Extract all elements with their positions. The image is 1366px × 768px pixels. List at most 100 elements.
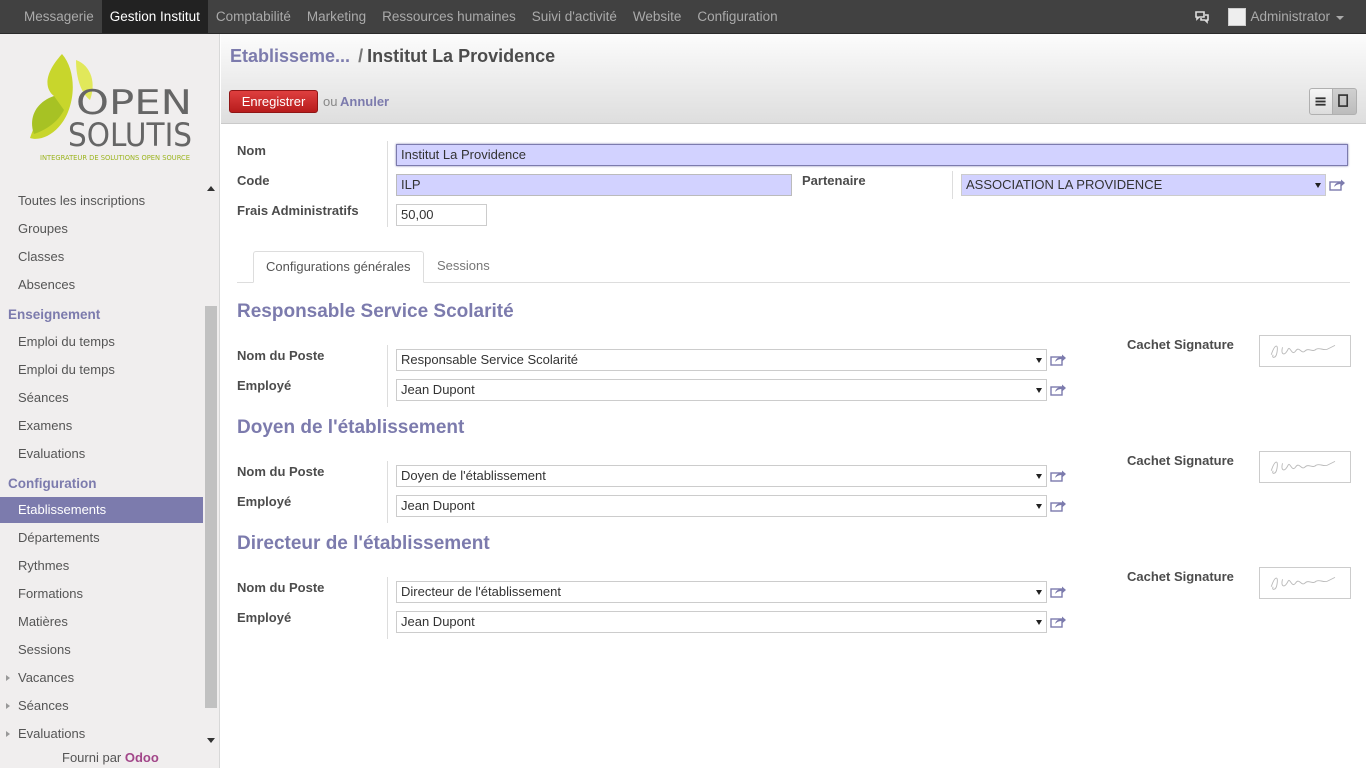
nom-label: Nom [237,143,266,158]
list-view-button[interactable] [1309,88,1333,115]
breadcrumb-current: Institut La Providence [367,46,556,66]
poste-select-directeur[interactable]: Directeur de l'établissement [396,581,1047,603]
menu-suivi-activite[interactable]: Suivi d'activité [524,0,625,33]
employe-label: Employé [237,610,292,625]
employe-select-responsable[interactable]: Jean Dupont [396,379,1047,401]
code-field[interactable]: ILP [396,174,792,196]
menu-ressources-humaines[interactable]: Ressources humaines [374,0,524,33]
signature-scribble-icon [1270,460,1336,474]
sidebar-item-matieres[interactable]: Matières [0,609,203,635]
sidebar-header-configuration: Configuration [8,476,97,491]
cachet-label: Cachet Signature [1127,337,1234,352]
tab-configurations-generales[interactable]: Configurations générales [253,251,424,283]
employe-label: Employé [237,494,292,509]
cancel-button[interactable]: Annuler [340,94,389,109]
poste-value: Doyen de l'établissement [401,468,546,483]
sidebar-group-seances[interactable]: Séances [0,693,203,719]
employe-select-directeur[interactable]: Jean Dupont [396,611,1047,633]
poste-label: Nom du Poste [237,580,325,595]
label-divider [952,171,953,199]
poste-label: Nom du Poste [237,348,325,363]
sidebar-item-rythmes[interactable]: Rythmes [0,553,203,579]
odoo-link[interactable]: Odoo [125,750,159,765]
powered-by: Fourni par Odoo [62,750,159,765]
poste-value: Directeur de l'établissement [401,584,561,599]
sidebar-item-vacances[interactable]: Vacances [0,665,203,691]
sidebar-item-examens[interactable]: Examens [0,413,203,439]
breadcrumb-etablissements[interactable]: Etablisseme... [230,46,350,66]
sidebar-item-formations[interactable]: Formations [0,581,203,607]
dropdown-arrow-icon [1315,183,1321,188]
scroll-down-arrow-icon[interactable] [207,738,215,743]
form-view-button[interactable] [1333,88,1357,115]
cachet-label: Cachet Signature [1127,453,1234,468]
breadcrumb: Etablisseme... / Institut La Providence [230,46,555,67]
chevron-down-icon[interactable] [1336,16,1344,20]
signature-scribble-icon [1270,576,1336,590]
menu-marketing[interactable]: Marketing [299,0,374,33]
menu-configuration[interactable]: Configuration [689,0,785,33]
frais-label: Frais Administratifs [237,203,359,218]
menu-comptabilite[interactable]: Comptabilité [208,0,299,33]
company-logo: OPEN SOLUTIS INTEGRATEUR DE SOLUTIONS OP… [30,54,192,162]
signature-image[interactable] [1259,567,1351,599]
menu-website[interactable]: Website [625,0,690,33]
external-link-icon[interactable] [1050,499,1067,512]
dropdown-arrow-icon [1036,590,1042,595]
nom-field[interactable]: Institut La Providence [396,144,1348,166]
label-divider [387,461,388,523]
sidebar-item-absences[interactable]: Absences [0,272,203,298]
tab-sessions[interactable]: Sessions [425,251,502,283]
save-button[interactable]: Enregistrer [229,90,318,113]
external-link-icon[interactable] [1329,178,1346,191]
external-link-icon[interactable] [1050,383,1067,396]
scroll-up-arrow-icon[interactable] [207,186,215,191]
employe-select-doyen[interactable]: Jean Dupont [396,495,1047,517]
sidebar-scrollbar-thumb[interactable] [205,306,217,708]
sidebar-item-seances[interactable]: Séances [0,385,203,411]
partenaire-label: Partenaire [802,173,866,188]
external-link-icon[interactable] [1050,585,1067,598]
signature-image[interactable] [1259,451,1351,483]
sidebar-item-emploi-du-temps[interactable]: Emploi du temps [0,329,203,355]
chat-bubbles-icon[interactable] [1194,10,1210,24]
breadcrumb-separator: / [358,46,364,66]
sidebar-item-departements[interactable]: Départements [0,525,203,551]
user-avatar[interactable] [1228,7,1247,26]
external-link-icon[interactable] [1050,469,1067,482]
signature-image[interactable] [1259,335,1351,367]
poste-select-doyen[interactable]: Doyen de l'établissement [396,465,1047,487]
top-menu: Messagerie Gestion Institut Comptabilité… [16,0,786,33]
user-menu[interactable]: Administrator [1250,9,1330,24]
external-link-icon[interactable] [1050,615,1067,628]
sidebar-item-etablissements[interactable]: Etablissements [0,497,203,523]
or-text: ou [323,94,338,109]
top-menu-bar: Messagerie Gestion Institut Comptabilité… [0,0,1366,34]
sidebar-group-vacances[interactable]: Vacances [0,665,203,691]
section-title-doyen: Doyen de l'établissement [237,417,465,438]
powered-by-text: Fourni par [62,750,122,765]
partenaire-select[interactable]: ASSOCIATION LA PROVIDENCE [961,174,1326,196]
sidebar-item-classes[interactable]: Classes [0,244,203,270]
user-area: Administrator [1194,0,1344,33]
sidebar-item-sessions[interactable]: Sessions [0,637,203,663]
dropdown-arrow-icon [1036,388,1042,393]
sidebar-group-evaluations[interactable]: Evaluations [0,721,203,747]
sidebar-item-evaluations-group[interactable]: Evaluations [0,721,203,747]
partenaire-value: ASSOCIATION LA PROVIDENCE [966,177,1163,192]
cachet-label: Cachet Signature [1127,569,1234,584]
menu-messagerie[interactable]: Messagerie [16,0,102,33]
poste-select-responsable[interactable]: Responsable Service Scolarité [396,349,1047,371]
signature-scribble-icon [1270,344,1336,358]
frais-field[interactable]: 50,00 [396,204,487,226]
sidebar-item-seances-group[interactable]: Séances [0,693,203,719]
notebook-tabs: Configurations générales Sessions [237,251,1350,283]
dropdown-arrow-icon [1036,358,1042,363]
sidebar-item-toutes-inscriptions[interactable]: Toutes les inscriptions [0,188,203,214]
menu-gestion-institut[interactable]: Gestion Institut [101,0,208,33]
sidebar-item-evaluations[interactable]: Evaluations [0,441,203,467]
sidebar-item-emploi-du-temps-2[interactable]: Emploi du temps [0,357,203,383]
sidebar-item-groupes[interactable]: Groupes [0,216,203,242]
external-link-icon[interactable] [1050,353,1067,366]
logo-text-solutis: SOLUTIS [68,116,192,154]
